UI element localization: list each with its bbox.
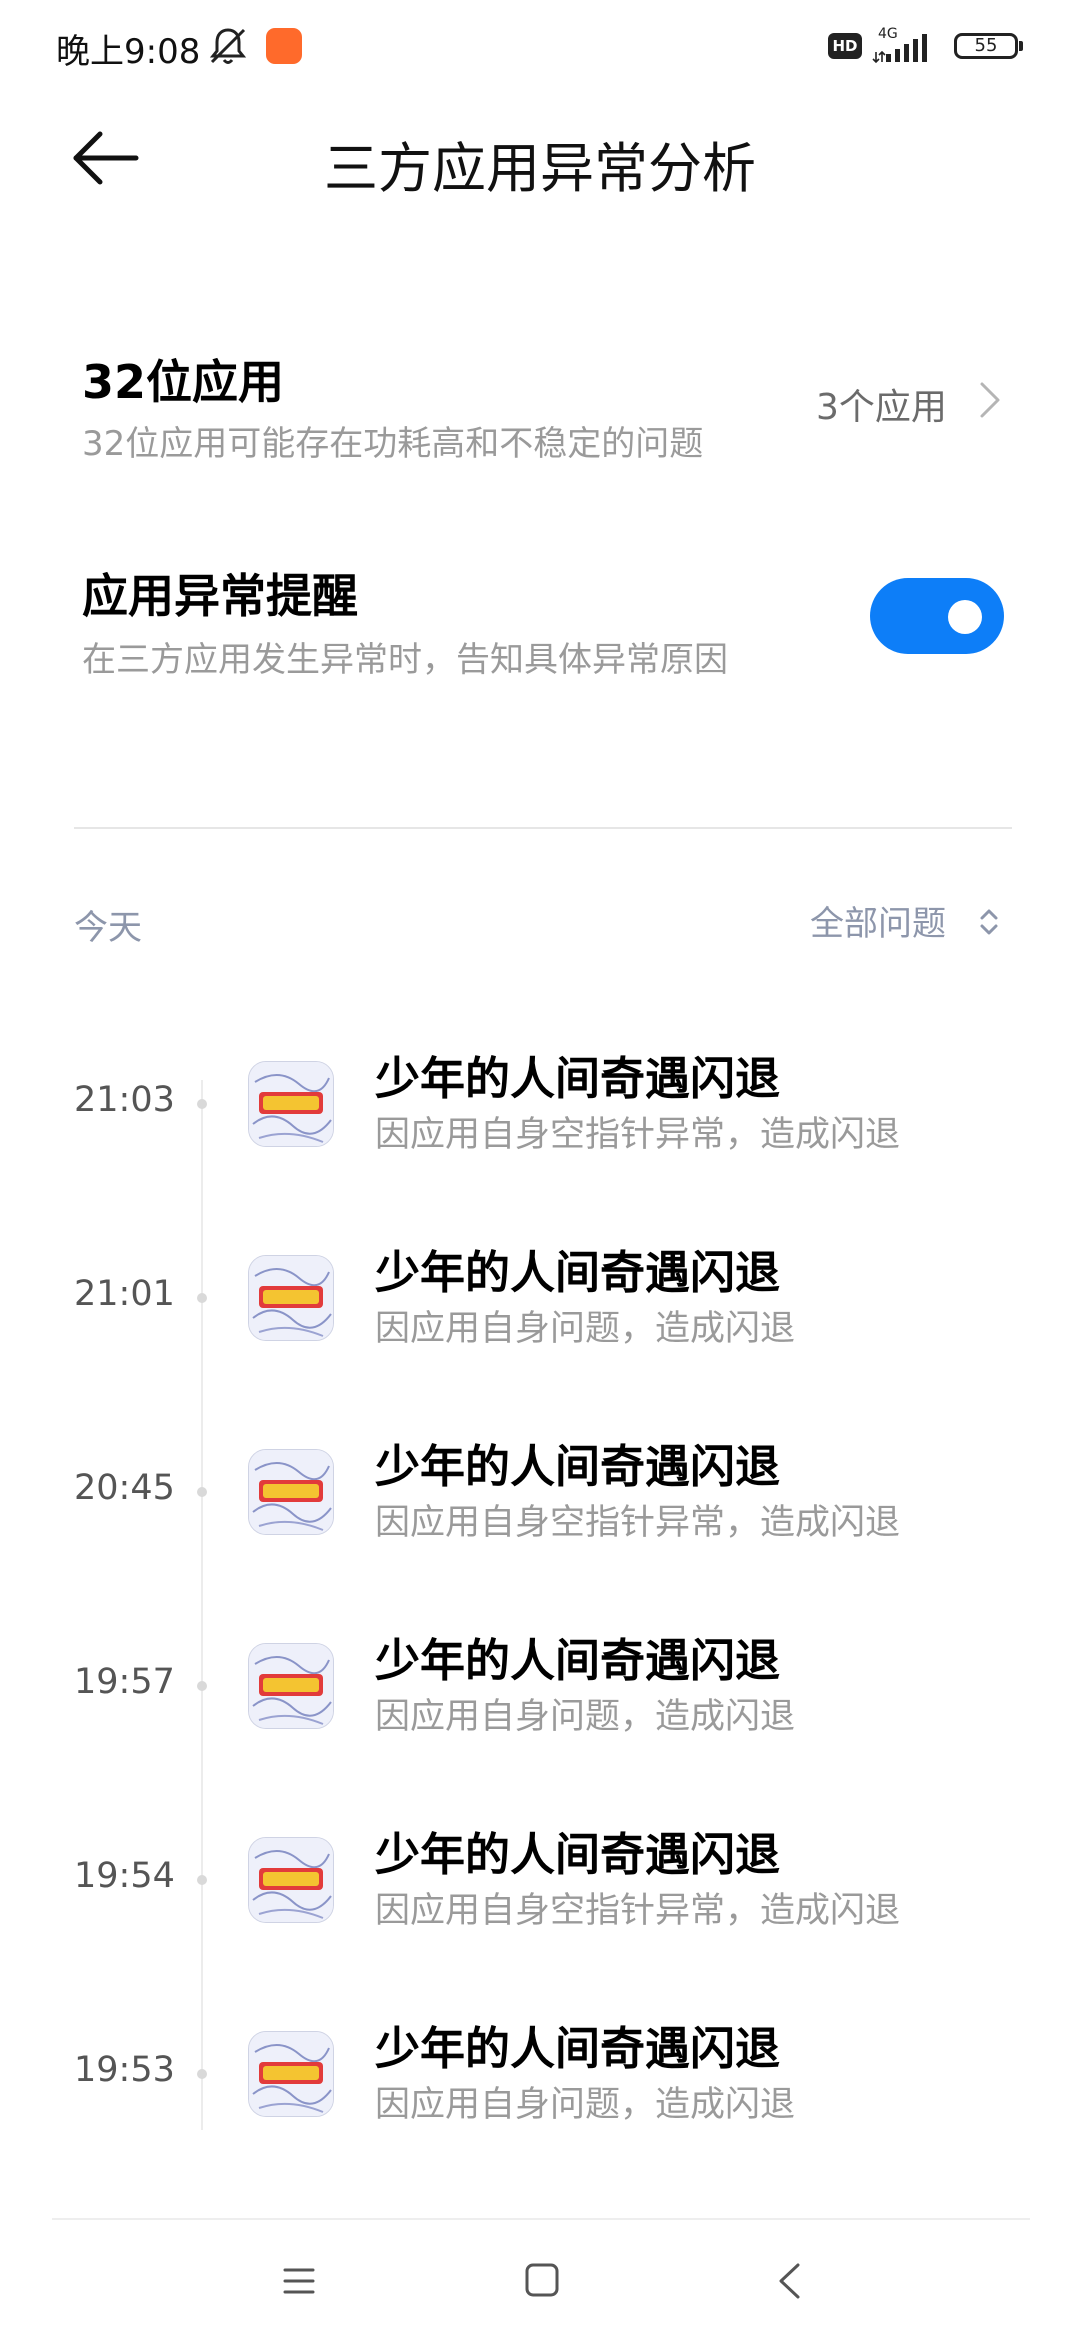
app-icon bbox=[248, 1643, 334, 1729]
status-time: 晚上9:08 bbox=[56, 32, 201, 72]
event-title: 少年的人间奇遇闪退 bbox=[375, 1440, 781, 1493]
timeline-dot bbox=[197, 1099, 207, 1109]
bell-muted-icon bbox=[209, 28, 247, 64]
event-title: 少年的人间奇遇闪退 bbox=[375, 2022, 781, 2075]
chevron-right-icon bbox=[980, 382, 1000, 418]
app-icon bbox=[248, 1837, 334, 1923]
sort-updown-icon[interactable] bbox=[976, 904, 1002, 940]
event-time: 19:53 bbox=[74, 2050, 175, 2090]
alert-subtitle: 在三方应用发生异常时，告知具体异常原因 bbox=[82, 640, 728, 680]
alert-toggle[interactable] bbox=[870, 578, 1004, 654]
hd-badge: HD bbox=[828, 33, 862, 59]
bit32-count: 3个应用 bbox=[816, 387, 947, 428]
event-title: 少年的人间奇遇闪退 bbox=[375, 1246, 781, 1299]
event-title: 少年的人间奇遇闪退 bbox=[375, 1052, 781, 1105]
timeline-dot bbox=[197, 1681, 207, 1691]
bit32-title: 32位应用 bbox=[82, 355, 285, 409]
timeline-dot bbox=[197, 1487, 207, 1497]
chevron-left-icon[interactable] bbox=[776, 2262, 802, 2300]
app-icon bbox=[248, 1255, 334, 1341]
event-reason: 因应用自身空指针异常，造成闪退 bbox=[375, 1503, 901, 1543]
battery-tip bbox=[1019, 41, 1023, 51]
square-home-icon[interactable] bbox=[524, 2262, 560, 2298]
nav-divider bbox=[52, 2218, 1030, 2220]
timeline-dot bbox=[197, 1293, 207, 1303]
event-time: 19:57 bbox=[74, 1662, 175, 1702]
bit32-subtitle: 32位应用可能存在功耗高和不稳定的问题 bbox=[82, 424, 704, 464]
event-time: 21:01 bbox=[74, 1274, 175, 1314]
event-time: 19:54 bbox=[74, 1856, 175, 1896]
event-reason: 因应用自身问题，造成闪退 bbox=[375, 2085, 796, 2125]
notification-app-icon bbox=[266, 28, 302, 64]
menu-lines-icon[interactable] bbox=[282, 2264, 316, 2298]
date-section-label: 今天 bbox=[74, 908, 142, 948]
event-time: 20:45 bbox=[74, 1468, 175, 1508]
event-reason: 因应用自身空指针异常，造成闪退 bbox=[375, 1891, 901, 1931]
alert-title: 应用异常提醒 bbox=[82, 569, 358, 623]
page-title: 三方应用异常分析 bbox=[324, 137, 756, 200]
app-icon bbox=[248, 1061, 334, 1147]
app-icon bbox=[248, 2031, 334, 2117]
timeline-dot bbox=[197, 1875, 207, 1885]
event-reason: 因应用自身问题，造成闪退 bbox=[375, 1697, 796, 1737]
signal-icon bbox=[872, 34, 927, 64]
timeline-dot bbox=[197, 2069, 207, 2079]
event-title: 少年的人间奇遇闪退 bbox=[375, 1828, 781, 1881]
event-title: 少年的人间奇遇闪退 bbox=[375, 1634, 781, 1687]
filter-dropdown[interactable]: 全部问题 bbox=[810, 896, 946, 946]
toggle-knob bbox=[948, 600, 982, 634]
event-reason: 因应用自身空指针异常，造成闪退 bbox=[375, 1115, 901, 1155]
divider bbox=[74, 827, 1012, 829]
event-reason: 因应用自身问题，造成闪退 bbox=[375, 1309, 796, 1349]
app-icon bbox=[248, 1449, 334, 1535]
event-time: 21:03 bbox=[74, 1080, 175, 1120]
battery-indicator: 55 bbox=[954, 33, 1018, 59]
